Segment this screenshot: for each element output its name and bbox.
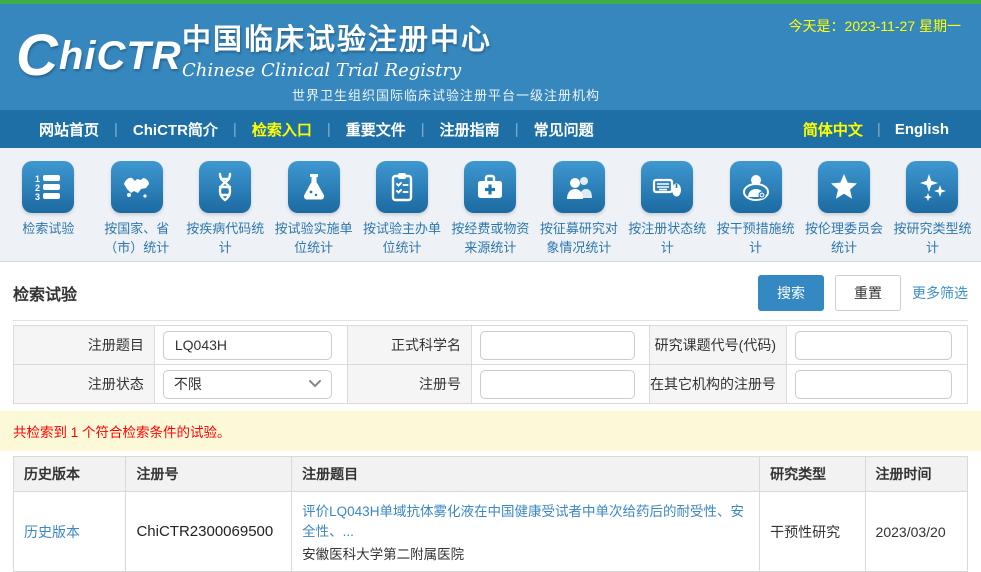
today-date: 今天是：2023-11-27 星期一 (789, 16, 961, 36)
institution-name: 安徽医科大学第二附属医院 (302, 543, 749, 563)
icon-item-by-registration-status[interactable]: 按注册状态统计 (623, 161, 711, 261)
selected-value: 不限 (174, 374, 309, 394)
nav-item-documents[interactable]: 重要文件 (331, 119, 421, 140)
site-header: ChiCTR 中国临床试验注册中心 Chinese Clinical Trial… (0, 4, 981, 110)
statistics-icon-bar: 1 2 3 检索试验 按国家、省（市）统计 按疾病代码统计 (0, 148, 981, 262)
cell-other-org-number (787, 365, 968, 404)
icon-label: 按经费或物资来源统计 (446, 220, 534, 258)
col-registration-date: 注册时间 (865, 457, 967, 492)
cell-project-code (787, 326, 968, 365)
nav-item-faq[interactable]: 常见问题 (519, 119, 609, 140)
numbered-list-icon: 1 2 3 (22, 161, 74, 213)
scientific-name-input[interactable] (480, 331, 635, 360)
search-section-header: 检索试验 搜索 重置 更多筛选 (13, 262, 968, 321)
icon-label: 按注册状态统计 (623, 220, 711, 258)
study-type-value: 干预性研究 (760, 492, 865, 572)
chictr-logo[interactable]: ChiCTR (16, 22, 182, 89)
star-icon (818, 161, 870, 213)
cell-registration-status: 不限 (154, 365, 347, 404)
registration-title-input[interactable] (163, 331, 332, 360)
icon-item-by-intervention[interactable]: 按干预措施统计 (712, 161, 800, 261)
search-button[interactable]: 搜索 (758, 275, 824, 311)
registration-number-input[interactable] (480, 370, 635, 399)
main-content: 检索试验 搜索 重置 更多筛选 注册题目 正式科学名 研究课题代号(代码) (0, 262, 981, 572)
icon-label: 按疾病代码统计 (181, 220, 269, 258)
cell-scientific-name (471, 326, 649, 365)
icon-label: 按征募研究对象情况统计 (535, 220, 623, 258)
sparkles-icon (906, 161, 958, 213)
icon-item-by-disease-code[interactable]: 按疾病代码统计 (181, 161, 269, 261)
site-title-block: 中国临床试验注册中心 Chinese Clinical Trial Regist… (182, 16, 492, 81)
col-registration-title: 注册题目 (292, 457, 760, 492)
icon-label: 按研究类型统计 (888, 220, 976, 258)
chevron-down-icon (309, 380, 321, 388)
clipboard-icon (376, 161, 428, 213)
registration-date-value: 2023/03/20 (865, 492, 967, 572)
registration-number-value: ChiCTR2300069500 (136, 523, 273, 540)
icon-item-by-region[interactable]: 按国家、省（市）统计 (93, 161, 181, 261)
label-registration-number: 注册号 (348, 365, 472, 404)
icon-item-by-funding-source[interactable]: 按经费或物资来源统计 (446, 161, 534, 261)
site-title-cn: 中国临床试验注册中心 (182, 16, 492, 58)
label-registration-title: 注册题目 (14, 326, 155, 365)
dna-icon (199, 161, 251, 213)
nav-left: 网站首页 | ChiCTR简介 | 检索入口 | 重要文件 | 注册指南 | 常… (24, 119, 609, 140)
svg-text:3: 3 (35, 192, 40, 202)
cell-registration-number (471, 365, 649, 404)
nav-item-search-entry[interactable]: 检索入口 (237, 119, 327, 140)
site-title-en: Chinese Clinical Trial Registry (182, 60, 492, 81)
icon-item-by-sponsor-unit[interactable]: 按试验主办单位统计 (358, 161, 446, 261)
more-filters-link[interactable]: 更多筛选 (912, 283, 968, 303)
col-registration-number: 注册号 (126, 457, 292, 492)
logo-letter-c: C (16, 23, 59, 88)
trial-title-link[interactable]: 评价LQ043H单域抗体雾化液在中国健康受试者中单次给药后的耐受性、安全性、..… (302, 500, 749, 540)
cell-registration-title (154, 326, 347, 365)
nav-item-about[interactable]: ChiCTR简介 (118, 119, 233, 140)
table-row: 历史版本 ChiCTR2300069500 评价LQ043H单域抗体雾化液在中国… (14, 492, 968, 572)
icon-label: 按国家、省（市）统计 (93, 220, 181, 258)
results-table: 历史版本 注册号 注册题目 研究类型 注册时间 历史版本 ChiCTR23000… (13, 456, 968, 572)
col-history-version: 历史版本 (14, 457, 126, 492)
other-org-number-input[interactable] (795, 370, 952, 399)
people-icon (553, 161, 605, 213)
results-header-row: 历史版本 注册号 注册题目 研究类型 注册时间 (14, 457, 968, 492)
result-count-message: 共检索到 1 个符合检索条件的试验。 (0, 411, 981, 451)
history-version-link[interactable]: 历史版本 (24, 524, 80, 540)
world-map-icon (111, 161, 163, 213)
registration-status-select[interactable]: 不限 (163, 370, 332, 399)
reset-button[interactable]: 重置 (835, 275, 901, 311)
search-actions: 搜索 重置 更多筛选 (758, 275, 968, 311)
col-study-type: 研究类型 (760, 457, 865, 492)
flask-icon (288, 161, 340, 213)
label-other-org-number: 在其它机构的注册号 (650, 365, 787, 404)
doctor-icon (730, 161, 782, 213)
icon-label: 按干预措施统计 (712, 220, 800, 258)
icon-item-search-trials[interactable]: 1 2 3 检索试验 (4, 161, 92, 261)
icon-label: 检索试验 (4, 220, 92, 239)
nav-item-guide[interactable]: 注册指南 (425, 119, 515, 140)
nav-language-switch: 简体中文 | English (789, 119, 963, 140)
icon-item-by-study-type[interactable]: 按研究类型统计 (888, 161, 976, 261)
icon-item-by-recruitment-status[interactable]: 按征募研究对象情况统计 (535, 161, 623, 261)
icon-item-by-ethics-committee[interactable]: 按伦理委员会统计 (800, 161, 888, 261)
search-form: 注册题目 正式科学名 研究课题代号(代码) 注册状态 不限 注册号 (13, 325, 968, 404)
project-code-input[interactable] (795, 331, 952, 360)
icon-label: 按试验主办单位统计 (358, 220, 446, 258)
lang-simplified-chinese[interactable]: 简体中文 (789, 119, 877, 140)
logo-rest: hiCTR (59, 34, 182, 78)
label-project-code: 研究课题代号(代码) (650, 326, 787, 365)
lang-english[interactable]: English (881, 121, 963, 138)
keyboard-mouse-icon (641, 161, 693, 213)
label-scientific-name: 正式科学名 (348, 326, 472, 365)
page-title: 检索试验 (13, 281, 77, 305)
main-nav: 网站首页 | ChiCTR简介 | 检索入口 | 重要文件 | 注册指南 | 常… (0, 110, 981, 148)
label-registration-status: 注册状态 (14, 365, 155, 404)
icon-label: 按伦理委员会统计 (800, 220, 888, 258)
icon-label: 按试验实施单位统计 (270, 220, 358, 258)
icon-item-by-implementing-unit[interactable]: 按试验实施单位统计 (270, 161, 358, 261)
who-subtitle: 世界卫生组织国际临床试验注册平台一级注册机构 (292, 85, 600, 104)
medkit-icon (464, 161, 516, 213)
nav-item-home[interactable]: 网站首页 (24, 119, 114, 140)
